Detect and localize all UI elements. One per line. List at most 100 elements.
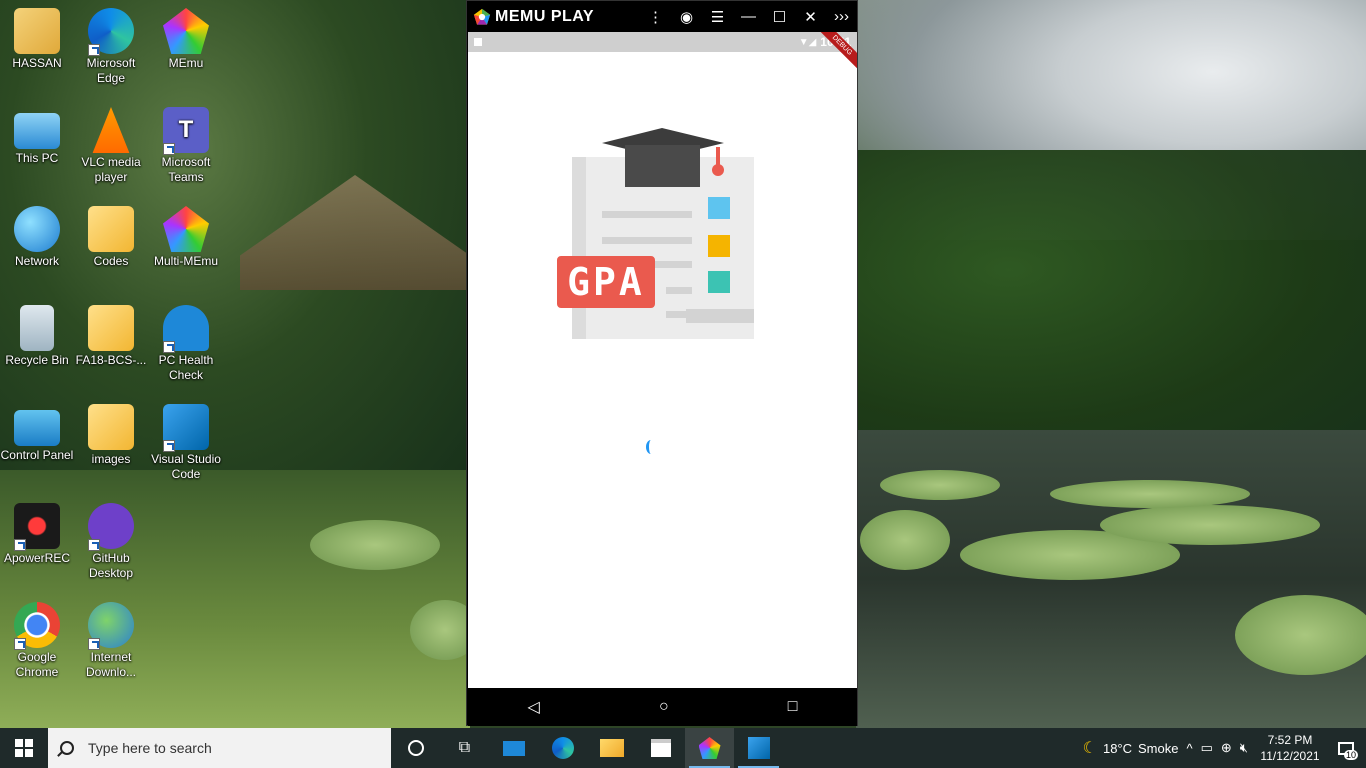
desktop-icon-multi-memu[interactable]: Multi-MEmu [149,206,223,269]
home-icon[interactable]: ○ [659,698,669,716]
windows-logo-icon [15,739,33,757]
desktop-icon-pc-health[interactable]: PC Health Check [149,305,223,383]
menu-dots-icon[interactable]: ⋮ [640,8,671,26]
back-icon[interactable]: ◁ [528,697,540,717]
desktop-icon-edge[interactable]: Microsoft Edge [74,8,148,86]
desktop-icon-label: Internet Downlo... [85,650,137,679]
close-icon[interactable]: ✕ [795,8,826,26]
desktop-icon-label: HASSAN [12,56,62,70]
maximize-icon[interactable]: ☐ [764,8,795,26]
taskbar-store[interactable] [636,728,685,768]
desktop-icon-github[interactable]: GitHub Desktop [74,503,148,581]
chevron-up-icon[interactable]: ^ [1186,741,1192,756]
github-icon [88,503,134,551]
desktop-icon-label: VLC media player [81,155,141,184]
notification-badge: 10 [1343,750,1358,760]
taskbar-file-explorer[interactable] [587,728,636,768]
gpa-splash-illustration [572,128,754,339]
notification-center-button[interactable]: 10 [1332,728,1360,768]
memu-titlebar[interactable]: MEMU PLAY ⋮ ◉ ☰ — ☐ ✕ ››› [467,1,857,32]
expand-icon[interactable]: ››› [826,8,857,25]
system-tray: ☾ 18°C Smoke ^ ▭ ⊕ 🔇︎ 7:52 PM 11/12/2021… [1083,728,1366,768]
recents-icon[interactable]: □ [788,698,798,716]
vlc-icon [92,107,130,153]
folder-icon [88,206,134,252]
task-view-button[interactable]: ⧉ [440,728,489,768]
computer-icon [14,113,60,149]
account-icon[interactable]: ◉ [671,8,702,26]
battery-icon[interactable]: ▭ [1201,740,1213,756]
desktop-icon-codes[interactable]: Codes [74,206,148,269]
desktop-icon-label: MEmu [168,56,204,70]
desktop-icon-this-pc[interactable]: This PC [0,107,74,166]
android-screen[interactable]: ▼◢ 10:51 DEBUG GPA ◁ ○ [468,32,857,726]
desktop-icon-label: Network [14,254,59,268]
taskbar-vscode[interactable] [734,728,783,768]
desktop-icon-memu[interactable]: MEmu [149,8,223,71]
desktop-icon-label: FA18-BCS-... [75,353,147,367]
health-check-icon [163,305,209,353]
cortana-button[interactable] [391,728,440,768]
wifi-icon: ▼◢ [798,36,817,48]
store-icon [650,739,671,757]
lily-pad [880,470,1000,500]
weather-widget[interactable]: ☾ 18°C Smoke [1083,738,1179,758]
recycle-bin-icon [20,305,54,351]
desktop-icon-hassan[interactable]: HASSAN [0,8,74,71]
notification-icon [474,38,482,46]
mail-icon [502,740,525,756]
taskbar-memu[interactable] [685,728,734,768]
desktop-icon-images[interactable]: images [74,404,148,467]
desktop-icon-control-panel[interactable]: Control Panel [0,404,74,463]
network-icon [14,206,60,252]
desktop-icon-chrome[interactable]: Google Chrome [0,602,74,680]
lily-pad [1050,480,1250,508]
globe-icon[interactable]: ⊕ [1221,740,1232,756]
desktop-icon-label: images [91,452,131,466]
desktop-icon-vlc[interactable]: VLC media player [74,107,148,185]
weather-temp: 18°C [1102,740,1133,756]
lily-pad [1100,505,1320,545]
start-button[interactable] [0,728,48,768]
desktop-icon-network[interactable]: Network [0,206,74,269]
folder-icon [88,404,134,450]
taskbar: Type here to search ⧉ ☾ 18°C Smoke ^ ▭ ⊕… [0,728,1366,768]
desktop-icon-teams[interactable]: T Microsoft Teams [149,107,223,185]
lily-pad [1235,595,1366,675]
desktop-icon-label: Multi-MEmu [153,254,218,268]
minimize-icon[interactable]: — [733,8,764,25]
taskbar-mail[interactable] [489,728,538,768]
desktop-icon-idm[interactable]: Internet Downlo... [74,602,148,680]
loading-spinner [646,440,656,454]
edge-icon [551,737,574,759]
desktop-icon-recycle-bin[interactable]: Recycle Bin [0,305,74,368]
desktop-icon-fa18[interactable]: FA18-BCS-... [74,305,148,368]
weather-condition: Smoke [1138,740,1179,756]
gpa-badge-text: GPA [567,260,645,304]
folder-icon [599,739,624,757]
task-view-icon: ⧉ [458,739,471,756]
desktop-icon-label: Google Chrome [15,650,59,679]
volume-muted-icon[interactable]: 🔇︎ [1240,740,1248,756]
taskbar-edge[interactable] [538,728,587,768]
android-navbar: ◁ ○ □ [468,688,857,726]
search-placeholder: Type here to search [88,740,212,756]
desktop-icon-label: PC Health Check [158,353,214,382]
desktop-icon-label: Visual Studio Code [151,452,221,481]
idm-icon [88,602,134,650]
memu-window[interactable]: MEMU PLAY ⋮ ◉ ☰ — ☐ ✕ ››› ▼◢ 10:51 DEBUG [466,0,858,726]
desktop-icon-apowerrec[interactable]: ApowerREC [0,503,74,566]
desktop-icon-vscode[interactable]: Visual Studio Code [149,404,223,482]
control-panel-icon [14,410,60,446]
desktop-icon-label: Codes [93,254,129,268]
hamburger-icon[interactable]: ☰ [702,8,733,26]
desktop-icon-label: This PC [15,151,59,165]
desktop-icon-label: ApowerREC [3,551,71,565]
lily-pad [860,510,950,570]
vscode-icon [747,737,770,759]
taskbar-clock[interactable]: 7:52 PM 11/12/2021 [1256,732,1324,764]
wallpaper-forest-right [856,150,1366,450]
teams-icon: T [163,107,209,155]
lily-pad [310,520,440,570]
taskbar-search[interactable]: Type here to search [48,728,391,768]
